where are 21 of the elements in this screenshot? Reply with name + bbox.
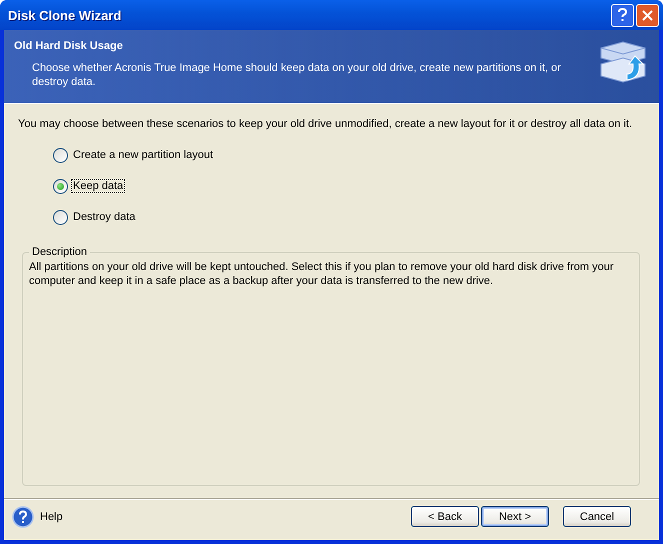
group-legend: Description — [29, 246, 90, 258]
cancel-button[interactable]: Cancel — [563, 506, 631, 527]
close-button[interactable] — [636, 4, 659, 26]
option-label[interactable]: Keep data — [72, 180, 124, 192]
back-button[interactable]: < Back — [411, 506, 479, 527]
window-title: Disk Clone Wizard — [8, 8, 122, 22]
radio-button[interactable] — [53, 148, 68, 162]
close-icon — [642, 10, 653, 20]
intro-text: You may choose between these scenarios to keep your old drive unmodified, create a new layout for it or destroy all data on it. — [18, 118, 634, 130]
option-label[interactable]: Create a new partition layout — [72, 149, 214, 161]
radio-button[interactable] — [53, 210, 68, 224]
next-button[interactable]: Next > — [481, 506, 549, 527]
help-title-button[interactable] — [611, 4, 634, 26]
question-mark-icon — [617, 8, 628, 22]
help-link[interactable]: Help — [40, 510, 409, 522]
radio-button[interactable] — [53, 178, 68, 194]
description-text: All partitions on your old drive will be kept untouched. Select this if you plan to remove your old hard disk drive from your computer and keep it in a safe place as a backup after your data is transferred to the new drive. — [29, 260, 615, 288]
option-label[interactable]: Destroy data — [72, 211, 136, 223]
page-title: Old Hard Disk Usage — [14, 40, 124, 52]
help-icon[interactable] — [12, 506, 34, 528]
page-subtitle: Choose whether Acronis True Image Home should keep data on your old drive, create new partitions on it, or destroy data. — [31, 61, 562, 89]
